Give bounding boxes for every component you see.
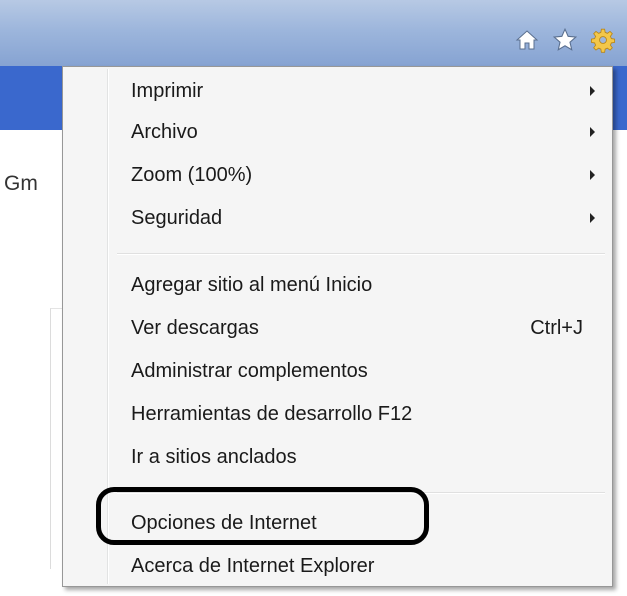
menu-item-shortcut: Ctrl+J — [530, 317, 583, 339]
menu-item-sitios-anclados[interactable]: Ir a sitios anclados — [66, 437, 609, 477]
menu-item-label: Imprimir — [131, 80, 204, 102]
menu-item-label: Administrar complementos — [131, 360, 368, 382]
menu-item-label: Archivo — [131, 121, 198, 143]
menu-item-imprimir[interactable]: Imprimir — [66, 71, 609, 111]
menu-separator — [117, 253, 605, 255]
menu-item-label: Zoom (100%) — [131, 164, 253, 186]
submenu-arrow-icon — [590, 213, 595, 223]
menu-item-label: Ir a sitios anclados — [131, 446, 297, 468]
menu-item-administrar-complementos[interactable]: Administrar complementos — [66, 351, 609, 391]
menu-item-zoom[interactable]: Zoom (100%) — [66, 155, 609, 195]
menu-item-label: Acerca de Internet Explorer — [131, 555, 375, 577]
menu-item-ver-descargas[interactable]: Ver descargas Ctrl+J — [66, 308, 609, 348]
tools-menu: Imprimir Archivo Zoom (100%) Seguridad A… — [62, 66, 613, 587]
page-partial-text: Gm — [4, 172, 38, 195]
submenu-arrow-icon — [590, 170, 595, 180]
menu-item-label: Seguridad — [131, 207, 223, 229]
submenu-arrow-icon — [590, 127, 595, 137]
menu-item-herramientas-desarrollo[interactable]: Herramientas de desarrollo F12 — [66, 394, 609, 434]
gear-icon[interactable] — [589, 26, 617, 54]
submenu-arrow-icon — [590, 86, 595, 96]
menu-item-label: Ver descargas — [131, 317, 259, 339]
menu-item-label: Opciones de Internet — [131, 512, 317, 534]
menu-item-archivo[interactable]: Archivo — [66, 112, 609, 152]
browser-titlebar — [0, 0, 627, 66]
star-icon[interactable] — [551, 26, 579, 54]
menu-item-opciones-internet[interactable]: Opciones de Internet — [66, 503, 609, 543]
menu-separator — [117, 492, 605, 494]
menu-item-acerca-de[interactable]: Acerca de Internet Explorer — [66, 546, 609, 586]
toolbar-icons — [513, 22, 617, 58]
menu-item-label: Agregar sitio al menú Inicio — [131, 274, 373, 296]
menu-item-seguridad[interactable]: Seguridad — [66, 198, 609, 238]
menu-item-agregar-sitio[interactable]: Agregar sitio al menú Inicio — [66, 265, 609, 305]
menu-item-label: Herramientas de desarrollo F12 — [131, 403, 413, 425]
home-icon[interactable] — [513, 26, 541, 54]
